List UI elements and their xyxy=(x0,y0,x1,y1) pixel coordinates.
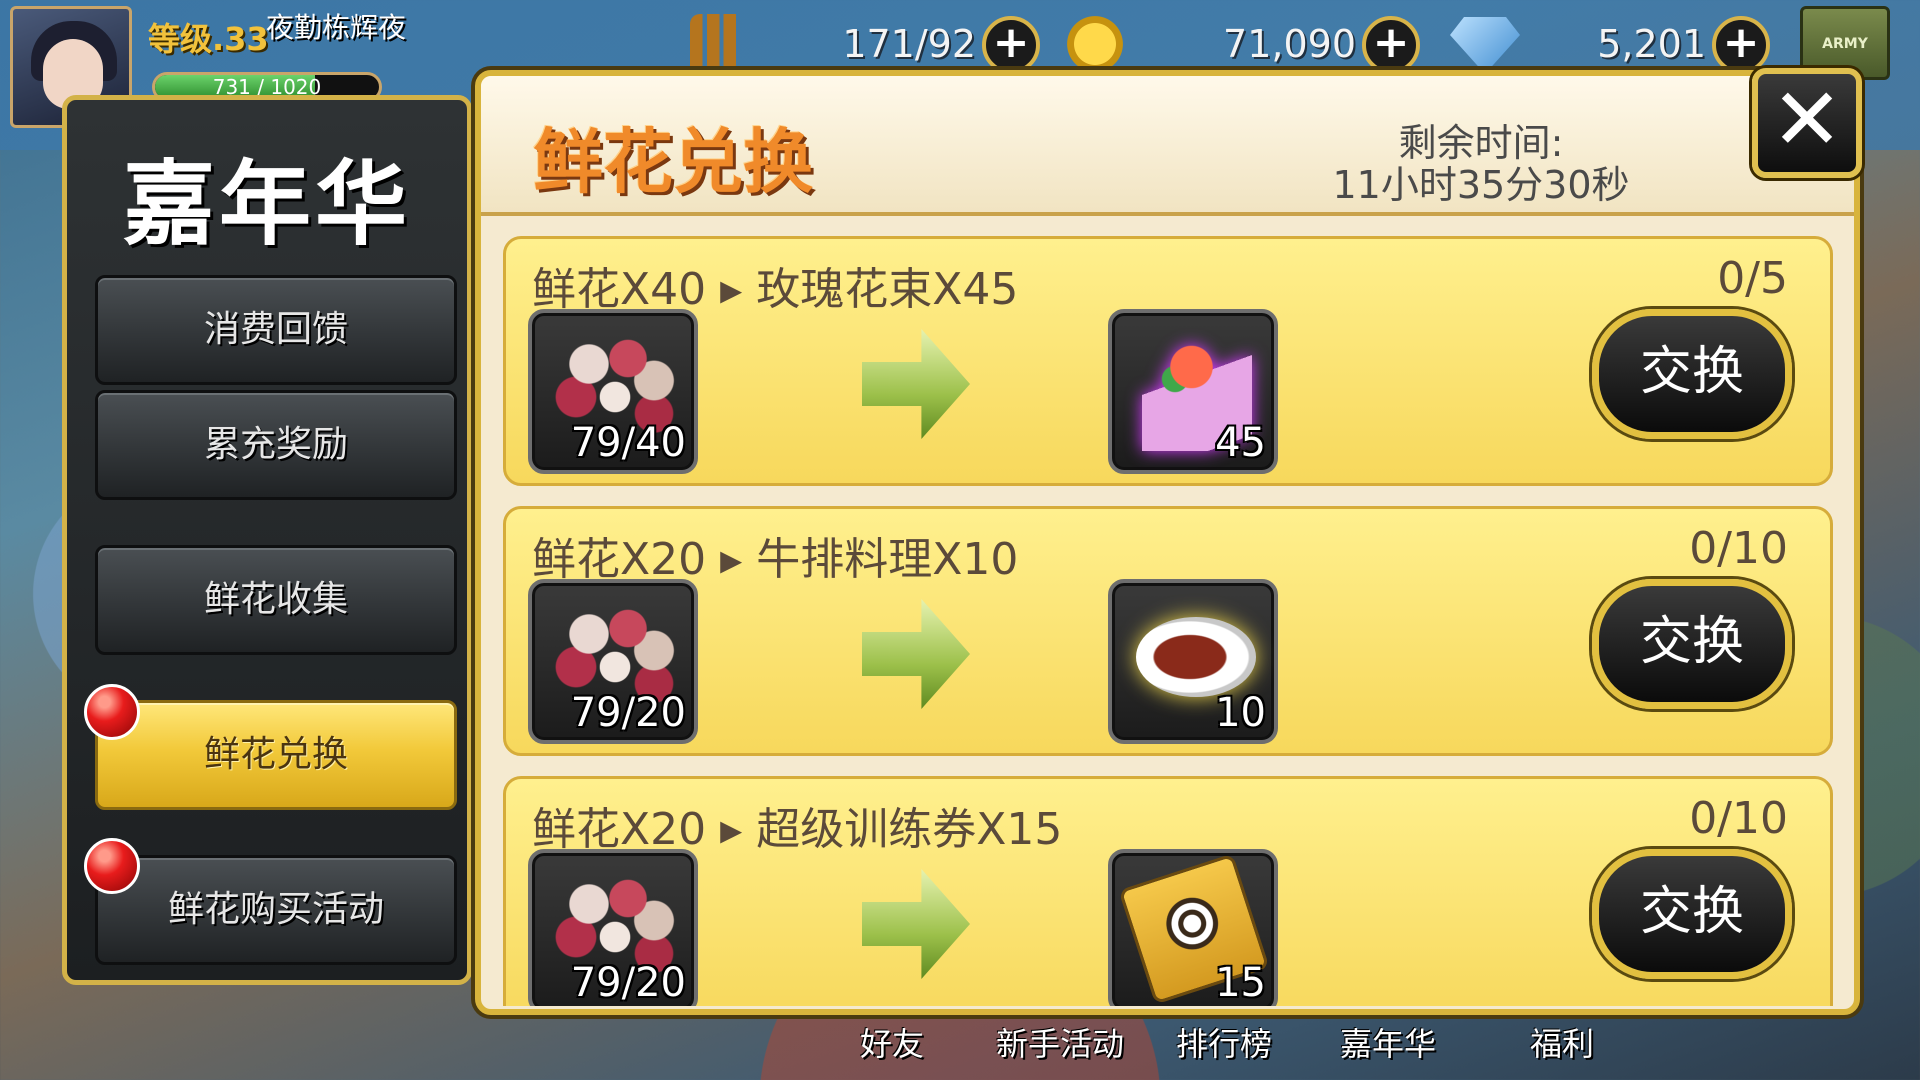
gold-coin-icon xyxy=(1060,14,1130,74)
arrow-right-icon xyxy=(862,329,970,439)
gold-value: 71,090 xyxy=(1223,22,1356,66)
ammo-resource: 171/92 + xyxy=(690,14,1040,74)
input-quantity: 79/20 xyxy=(570,690,686,736)
close-button[interactable]: ✕ xyxy=(1752,68,1862,178)
exchange-button[interactable]: 交换 xyxy=(1592,309,1792,439)
flower-item-slot[interactable]: 79/40 xyxy=(528,309,698,474)
timer-value: 11小时35分30秒 xyxy=(1332,163,1630,207)
sidebar-item-flower-purchase[interactable]: 鲜花购买活动 xyxy=(95,855,457,965)
exchange-row: 鲜花X40 ▸ 玫瑰花束X45 0/5 79/40 45 交换 xyxy=(503,236,1833,486)
sidebar-item-label: 鲜花兑换 xyxy=(203,734,348,775)
reward-item-slot[interactable]: 45 xyxy=(1108,309,1278,474)
flower-item-slot[interactable]: 79/20 xyxy=(528,849,698,1006)
output-quantity: 15 xyxy=(1215,960,1266,1006)
diamond-icon xyxy=(1450,17,1520,74)
exchange-title: 鲜花X20 ▸ 超级训练券X15 xyxy=(532,804,1063,855)
nav-friends[interactable]: 好友 xyxy=(860,1019,924,1065)
sidebar-item-label: 鲜花收集 xyxy=(203,579,348,620)
input-quantity: 79/20 xyxy=(570,960,686,1006)
sidebar-item-consume-reward[interactable]: 消费回馈 xyxy=(95,275,457,385)
ammo-value: 171/92 xyxy=(842,22,976,66)
exchange-list[interactable]: 鲜花X40 ▸ 玫瑰花束X45 0/5 79/40 45 交换 鲜花X20 ▸ … xyxy=(503,236,1833,1006)
add-gold-button[interactable]: + xyxy=(1362,16,1420,74)
nav-welfare[interactable]: 福利 xyxy=(1530,1019,1594,1065)
arrow-right-icon xyxy=(862,599,970,709)
panel-title: 鲜花兑换 xyxy=(533,121,813,203)
arrow-right-icon xyxy=(862,869,970,979)
exchange-row: 鲜花X20 ▸ 超级训练券X15 0/10 79/20 15 交换 xyxy=(503,776,1833,1006)
flower-item-slot[interactable]: 79/20 xyxy=(528,579,698,744)
output-quantity: 45 xyxy=(1215,420,1266,466)
sidebar-title: 嘉年华 xyxy=(122,150,411,258)
add-gem-button[interactable]: + xyxy=(1712,16,1770,74)
gold-resource: 71,090 + xyxy=(1060,14,1420,74)
exchange-count: 0/5 xyxy=(1717,253,1788,304)
panel-header: 鲜花兑换 剩余时间: 11小时35分30秒 xyxy=(481,76,1854,216)
bottom-nav: 好友 新手活动 排行榜 嘉年华 福利 xyxy=(830,1005,1920,1080)
exchange-row: 鲜花X20 ▸ 牛排料理X10 0/10 79/20 10 交换 xyxy=(503,506,1833,756)
notification-dot-icon xyxy=(84,838,140,894)
sidebar-item-label: 消费回馈 xyxy=(203,309,348,350)
notification-dot-icon xyxy=(84,684,140,740)
player-level: 等级.33 xyxy=(148,20,269,58)
exchange-count: 0/10 xyxy=(1689,523,1788,574)
add-ammo-button[interactable]: + xyxy=(982,16,1040,74)
gem-value: 5,201 xyxy=(1597,22,1706,66)
sidebar-item-flower-collect[interactable]: 鲜花收集 xyxy=(95,545,457,655)
exchange-button[interactable]: 交换 xyxy=(1592,579,1792,709)
sidebar-item-label: 鲜花购买活动 xyxy=(167,889,384,930)
exchange-button[interactable]: 交换 xyxy=(1592,849,1792,979)
output-quantity: 10 xyxy=(1215,690,1266,736)
nav-leaderboard[interactable]: 排行榜 xyxy=(1176,1019,1272,1065)
reward-item-slot[interactable]: 15 xyxy=(1108,849,1278,1006)
exchange-count: 0/10 xyxy=(1689,793,1788,844)
flower-exchange-panel: 鲜花兑换 剩余时间: 11小时35分30秒 鲜花X40 ▸ 玫瑰花束X45 0/… xyxy=(475,70,1860,1015)
nav-newbie-events[interactable]: 新手活动 xyxy=(996,1019,1124,1065)
steak-dish-icon xyxy=(1136,617,1256,697)
player-name: 夜勤栋辉夜 xyxy=(266,11,407,44)
sidebar-item-label: 累充奖励 xyxy=(203,424,348,465)
sidebar-item-recharge-reward[interactable]: 累充奖励 xyxy=(95,390,457,500)
input-quantity: 79/40 xyxy=(570,420,686,466)
gem-resource: 5,201 + xyxy=(1450,14,1770,74)
exchange-title: 鲜花X20 ▸ 牛排料理X10 xyxy=(532,534,1019,585)
reward-item-slot[interactable]: 10 xyxy=(1108,579,1278,744)
exchange-title: 鲜花X40 ▸ 玫瑰花束X45 xyxy=(532,264,1019,315)
sidebar-item-flower-exchange[interactable]: 鲜花兑换 xyxy=(95,700,457,810)
ammo-icon xyxy=(690,14,760,74)
nav-carnival[interactable]: 嘉年华 xyxy=(1340,1019,1436,1065)
